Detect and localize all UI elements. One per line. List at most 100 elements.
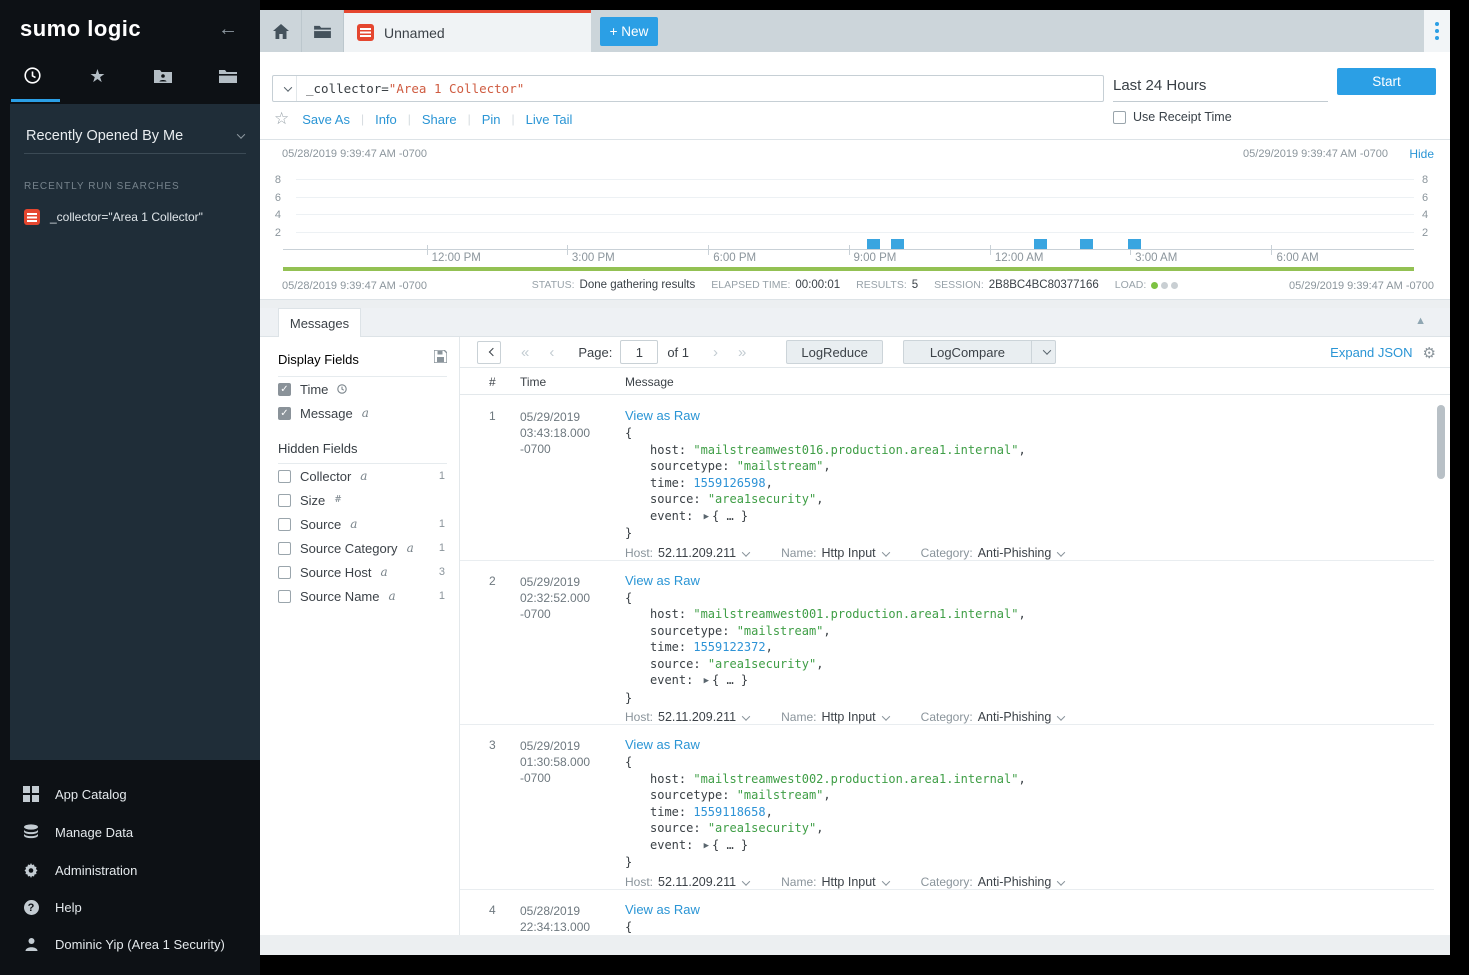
histogram-bar[interactable] bbox=[867, 239, 880, 249]
field-source-host[interactable]: Source Hosta3 bbox=[278, 560, 449, 584]
sidebar-item-app-catalog[interactable]: App Catalog bbox=[0, 775, 260, 813]
view-as-raw-link[interactable]: View as Raw bbox=[625, 902, 700, 917]
logcompare-button[interactable]: LogCompare bbox=[903, 340, 1056, 364]
search-panel: _collector="Area 1 Collector" Last 24 Ho… bbox=[260, 52, 1450, 140]
field-source[interactable]: Sourcea1 bbox=[278, 512, 449, 536]
results-scrollbar[interactable] bbox=[1437, 405, 1445, 479]
field-source-name[interactable]: Source Namea1 bbox=[278, 584, 449, 608]
histogram-bar[interactable] bbox=[1034, 239, 1047, 249]
meta-category[interactable]: Category:Anti-Phishing bbox=[921, 710, 1065, 724]
chevron-down-icon[interactable] bbox=[1057, 712, 1065, 720]
histogram-panel: 05/28/2019 9:39:47 AM -0700 05/29/2019 9… bbox=[260, 140, 1450, 300]
view-as-raw-link[interactable]: View as Raw bbox=[625, 408, 700, 423]
histogram-bar[interactable] bbox=[1080, 239, 1093, 249]
expand-json-link[interactable]: Expand JSON bbox=[1330, 345, 1412, 360]
chevron-down-icon[interactable] bbox=[1057, 548, 1065, 556]
next-page-icon[interactable]: › bbox=[703, 344, 728, 361]
sidebar-item-dominic-yip-area-1-security[interactable]: Dominic Yip (Area 1 Security) bbox=[0, 926, 260, 963]
sidebar-item-help[interactable]: ?Help bbox=[0, 889, 260, 926]
meta-host[interactable]: Host:52.11.209.211 bbox=[625, 875, 749, 889]
query-history-chevron-icon[interactable] bbox=[273, 76, 297, 101]
field-size[interactable]: Size# bbox=[278, 488, 449, 512]
field-message[interactable]: ✓Messagea bbox=[278, 401, 449, 425]
histogram-chart[interactable]: 22446688 bbox=[283, 170, 1414, 250]
checkbox-unchecked-icon[interactable] bbox=[1113, 111, 1126, 124]
checkbox-unchecked-icon[interactable] bbox=[278, 518, 291, 531]
chevron-down-icon[interactable] bbox=[1057, 877, 1065, 885]
logreduce-button[interactable]: LogReduce bbox=[786, 340, 883, 364]
expand-triangle-icon[interactable]: ▶ bbox=[704, 676, 709, 686]
first-page-icon[interactable]: « bbox=[511, 344, 539, 361]
view-as-raw-link[interactable]: View as Raw bbox=[625, 737, 700, 752]
checkbox-unchecked-icon[interactable] bbox=[278, 470, 291, 483]
checkbox-checked-icon[interactable]: ✓ bbox=[278, 383, 291, 396]
recents-icon[interactable] bbox=[1, 67, 65, 85]
save-as-link[interactable]: Save As bbox=[302, 112, 350, 127]
recent-search-item[interactable]: _collector="Area 1 Collector" bbox=[10, 204, 260, 230]
folder-button[interactable] bbox=[302, 10, 344, 52]
tab-unnamed[interactable]: Unnamed bbox=[344, 10, 591, 52]
json-block: {host: "mailstreamwest016.production.are… bbox=[625, 425, 1434, 542]
tab-messages[interactable]: Messages bbox=[278, 308, 361, 337]
checkbox-checked-icon[interactable]: ✓ bbox=[278, 407, 291, 420]
expand-triangle-icon[interactable]: ▶ bbox=[704, 841, 709, 851]
collapse-panel-icon[interactable]: ▲ bbox=[1415, 315, 1426, 327]
collapse-fields-button[interactable] bbox=[477, 341, 501, 364]
checkbox-unchecked-icon[interactable] bbox=[278, 494, 291, 507]
chevron-down-icon[interactable] bbox=[881, 877, 889, 885]
time-range-select[interactable]: Last 24 Hours bbox=[1113, 71, 1328, 102]
home-button[interactable] bbox=[260, 10, 302, 52]
checkbox-unchecked-icon[interactable] bbox=[278, 590, 291, 603]
share-link[interactable]: Share bbox=[422, 112, 457, 127]
chevron-down-icon[interactable] bbox=[742, 877, 750, 885]
histogram-bar[interactable] bbox=[1128, 239, 1141, 249]
pin-link[interactable]: Pin bbox=[482, 112, 501, 127]
sidebar-item-administration[interactable]: Administration bbox=[0, 851, 260, 889]
selected-range-bar[interactable] bbox=[283, 267, 1414, 271]
page-number-input[interactable] bbox=[620, 340, 658, 364]
field-time[interactable]: ✓Time bbox=[278, 377, 449, 401]
meta-name[interactable]: Name:Http Input bbox=[781, 546, 889, 560]
view-as-raw-link[interactable]: View as Raw bbox=[625, 573, 700, 588]
divider: | bbox=[397, 112, 422, 126]
live-tail-link[interactable]: Live Tail bbox=[526, 112, 573, 127]
save-fields-icon[interactable] bbox=[434, 350, 447, 368]
personal-folder-icon[interactable] bbox=[131, 67, 195, 85]
row-clock: 02:32:52.000 -0700 bbox=[520, 590, 620, 622]
collapse-sidebar-icon[interactable]: ← bbox=[218, 18, 238, 41]
favorite-star-icon[interactable]: ☆ bbox=[274, 109, 289, 129]
chevron-down-icon[interactable] bbox=[742, 712, 750, 720]
meta-name[interactable]: Name:Http Input bbox=[781, 710, 889, 724]
chevron-down-icon[interactable] bbox=[881, 712, 889, 720]
info-link[interactable]: Info bbox=[375, 112, 397, 127]
meta-host[interactable]: Host:52.11.209.211 bbox=[625, 546, 749, 560]
favorites-icon[interactable]: ★ bbox=[66, 66, 130, 87]
new-tab-button[interactable]: + New bbox=[600, 17, 658, 46]
kebab-menu-icon[interactable] bbox=[1424, 10, 1450, 52]
hide-histogram-link[interactable]: Hide bbox=[1409, 147, 1434, 161]
prev-page-icon[interactable]: ‹ bbox=[539, 344, 564, 361]
library-folder-icon[interactable] bbox=[196, 67, 260, 85]
use-receipt-time-checkbox[interactable]: Use Receipt Time bbox=[1113, 110, 1232, 124]
chevron-down-icon[interactable] bbox=[742, 548, 750, 556]
last-page-icon[interactable]: » bbox=[728, 344, 756, 361]
recents-scope-select[interactable]: Recently Opened By Me bbox=[10, 104, 260, 153]
query-input[interactable]: _collector="Area 1 Collector" bbox=[272, 75, 1104, 102]
checkbox-unchecked-icon[interactable] bbox=[278, 542, 291, 555]
meta-name[interactable]: Name:Http Input bbox=[781, 875, 889, 889]
chevron-down-icon[interactable] bbox=[881, 548, 889, 556]
field-collector[interactable]: Collectora1 bbox=[278, 464, 449, 488]
field-source-category[interactable]: Source Categorya1 bbox=[278, 536, 449, 560]
gear-icon[interactable]: ⚙ bbox=[1423, 344, 1436, 362]
start-button[interactable]: Start bbox=[1337, 68, 1436, 95]
meta-category[interactable]: Category:Anti-Phishing bbox=[921, 546, 1065, 560]
meta-category[interactable]: Category:Anti-Phishing bbox=[921, 875, 1065, 889]
json-line: sourcetype: "mailstream", bbox=[625, 623, 1434, 640]
sidebar-item-manage-data[interactable]: Manage Data bbox=[0, 813, 260, 851]
checkbox-unchecked-icon[interactable] bbox=[278, 566, 291, 579]
logcompare-chevron-icon[interactable] bbox=[1031, 341, 1055, 363]
histogram-bar[interactable] bbox=[891, 239, 904, 249]
expand-triangle-icon[interactable]: ▶ bbox=[704, 512, 709, 522]
meta-host[interactable]: Host:52.11.209.211 bbox=[625, 710, 749, 724]
json-number: 1559122372 bbox=[693, 640, 765, 654]
